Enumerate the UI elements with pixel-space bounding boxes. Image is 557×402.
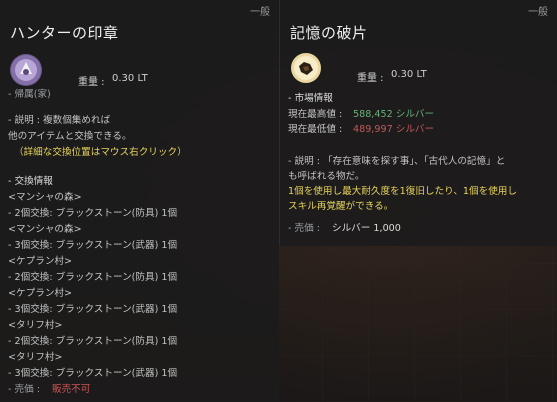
weight-label: 重量 : [357,73,384,84]
item-tooltip-memory-fragment: 一般 記憶の破片 重量 : 0.30 LT - 市場情報 現在最高値 : 588… [279,0,557,246]
sell-value: 販売不可 [52,384,91,395]
market-max-label: 現在最高値 : [288,109,343,120]
exchange-entry: - 2個交換: ブラックストーン(防具) 1個 [8,336,178,347]
exchange-location: <ケプラン村> [8,256,73,267]
exchange-location: <マンシャの森> [8,224,82,235]
description-line: - 説明 : 複数個集めれば [8,115,111,126]
weight-value: 0.30 LT [391,69,427,80]
description-line: - 説明 : 「存在意味を探す事」、「古代人の記憶」と [288,156,506,167]
description-hint: （詳細な交換位置はマウス右クリック） [14,147,187,158]
exchange-entry: - 3個交換: ブラックストーン(武器) 1個 [8,368,178,379]
sell-label: - 売価 : [8,384,40,395]
hunter-seal-icon [10,54,42,86]
memory-fragment-icon [290,52,322,84]
exchange-location: <タリフ村> [8,320,63,331]
weight-label: 重量 : [78,77,105,88]
binding-info: - 帰属(家) [8,89,51,100]
exchange-location: <タリフ村> [8,352,63,363]
item-title: ハンターの印章 [10,24,119,42]
weight-value: 0.30 LT [112,73,148,84]
exchange-entry: - 3個交換: ブラックストーン(武器) 1個 [8,304,178,315]
exchange-entry: - 2個交換: ブラックストーン(防具) 1個 [8,208,178,219]
exchange-entry: - 3個交換: ブラックストーン(武器) 1個 [8,240,178,251]
effect-line: スキル再覚醒ができる。 [288,201,394,212]
market-max-value: 588,452 シルバー [353,109,435,120]
exchange-location: <ケプラン村> [8,288,73,299]
sell-label: - 売価 : [288,223,320,234]
description-line: 他のアイテムと交換できる。 [8,131,132,142]
grade-badge: 一般 [250,7,270,18]
exchange-location: <マンシャの森> [8,192,82,203]
market-min-label: 現在最低値 : [288,124,343,135]
grade-badge: 一般 [528,7,548,18]
description-line: も呼ばれる物だ。 [288,171,365,182]
exchange-entry: - 2個交換: ブラックストーン(防具) 1個 [8,272,178,283]
sell-value: シルバー 1,000 [332,223,401,234]
effect-line: 1個を使用し最大耐久度を1復旧したり、1個を使用し [288,186,517,197]
market-header: - 市場情報 [288,93,333,104]
item-title: 記憶の破片 [290,24,368,42]
market-min-value: 489,997 シルバー [353,124,435,135]
exchange-header: - 交換情報 [8,176,53,187]
item-tooltip-hunter-seal: 一般 ハンターの印章 重量 : 0.30 LT - 帰属(家) - 説明 : 複… [0,0,279,402]
